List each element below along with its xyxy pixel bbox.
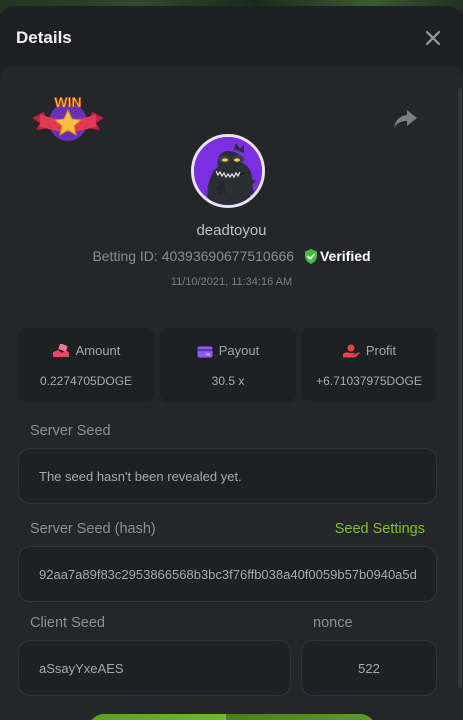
seed-settings-link[interactable]: Seed Settings — [335, 521, 425, 537]
profit-icon — [342, 344, 360, 358]
server-seed-hash-label: Server Seed (hash) — [30, 521, 156, 537]
amount-card: Amount 0.2274705DOGE — [18, 328, 154, 402]
share-icon[interactable] — [392, 108, 418, 130]
profit-card: Profit +6.71037975DOGE — [301, 328, 437, 402]
nonce-value: 522 — [358, 660, 380, 676]
modal-header: Details — [0, 6, 463, 66]
scrollbar[interactable] — [458, 88, 462, 688]
verified-label: Verified — [319, 248, 371, 264]
payout-value: 30.5 x — [211, 374, 245, 388]
betting-id-value: 40393690677510666 — [161, 248, 295, 264]
crocodile-avatar-icon — [194, 137, 262, 205]
card-icon — [197, 346, 213, 358]
betting-id-row: Betting ID: 40393690677510666 Verified — [0, 248, 463, 264]
verify-button[interactable] — [88, 714, 376, 720]
amount-label: Amount — [75, 343, 121, 358]
avatar — [191, 134, 265, 208]
client-seed-value: aSsayYxeAES — [39, 660, 124, 676]
profit-label: Profit — [365, 343, 397, 358]
modal-title: Details — [16, 28, 72, 47]
shield-check-icon — [304, 249, 317, 264]
profit-value: +6.71037975DOGE — [316, 374, 422, 388]
server-seed-value: The seed hasn't been revealed yet. — [39, 468, 242, 484]
server-seed-hash-value: 92aa7a89f83c2953866568b3bc3f76ffb038a40f… — [39, 566, 416, 582]
bet-date: 11/10/2021, 11:34:16 AM — [170, 276, 293, 288]
nonce-field[interactable]: 522 — [301, 640, 437, 696]
payout-header: Payout — [160, 343, 296, 358]
win-badge-icon: WIN — [32, 94, 104, 141]
amount-header: Amount — [18, 343, 154, 358]
payout-label: Payout — [218, 343, 260, 358]
win-badge-text: WIN — [54, 94, 81, 110]
amount-icon — [52, 344, 69, 357]
username: deadtoyou — [196, 222, 267, 239]
close-icon[interactable] — [421, 26, 445, 50]
profit-header: Profit — [301, 343, 437, 358]
server-seed-field[interactable]: The seed hasn't been revealed yet. — [18, 448, 437, 504]
client-seed-field[interactable]: aSsayYxeAES — [18, 640, 291, 696]
server-seed-label: Server Seed — [30, 423, 111, 439]
client-seed-label: Client Seed — [30, 615, 105, 631]
amount-value: 0.2274705DOGE — [39, 374, 133, 388]
nonce-label: nonce — [313, 615, 353, 631]
server-seed-hash-field[interactable]: 92aa7a89f83c2953866568b3bc3f76ffb038a40f… — [18, 546, 437, 602]
betting-id-label: Betting ID: — [92, 248, 158, 264]
payout-card: Payout 30.5 x — [160, 328, 296, 402]
